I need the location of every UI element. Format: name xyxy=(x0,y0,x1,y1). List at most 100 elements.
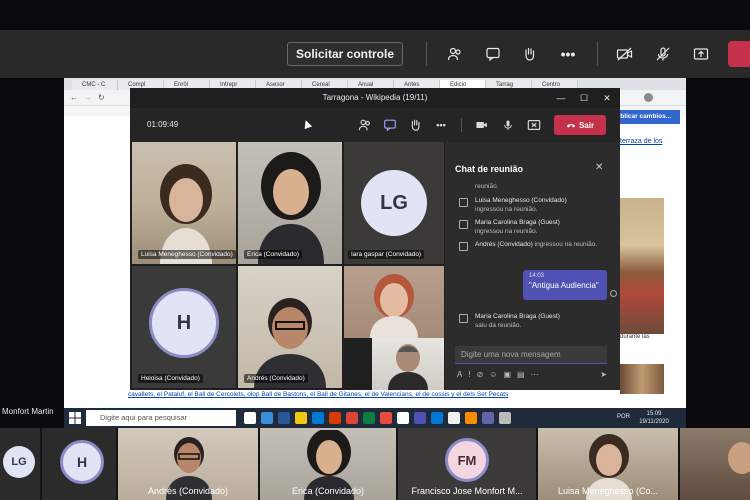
app-icon[interactable] xyxy=(499,412,511,424)
raise-hand-icon[interactable] xyxy=(407,117,423,133)
participants-icon[interactable] xyxy=(442,41,468,67)
browser-tab[interactable]: CMC - C xyxy=(72,80,118,90)
phone-hangup-icon xyxy=(566,123,576,128)
strip-tile-andres[interactable]: Andrés (Convidado) xyxy=(118,428,258,500)
back-icon[interactable]: ← xyxy=(70,93,78,102)
taskbar-search-input[interactable]: Digite aqui para pesquisar xyxy=(86,410,236,426)
video-tile-andres[interactable]: Andrés (Convidado) xyxy=(238,266,342,388)
format-icon[interactable]: A xyxy=(457,370,462,382)
video-tile-iara[interactable]: LG Iara gaspar (Convidado) xyxy=(344,142,444,264)
priority-icon[interactable]: ! xyxy=(468,370,470,382)
edge-icon[interactable] xyxy=(261,412,273,424)
close-window-icon[interactable]: ✕ xyxy=(600,91,614,105)
request-control-button[interactable]: Solicitar controle xyxy=(287,42,403,66)
strip-tile[interactable]: LG xyxy=(0,428,40,500)
chat-icon[interactable] xyxy=(382,117,398,133)
app-icon[interactable] xyxy=(465,412,477,424)
presenter-label: Monfort Martin xyxy=(0,404,64,420)
video-tile-erica[interactable]: Erica (Convidado) xyxy=(238,142,342,264)
windows-taskbar: Digite aqui para pesquisar POR 15:09 19/… xyxy=(64,408,686,428)
teams-meeting-window: Tarragona - Wikipedia (19/11) — ☐ ✕ 01:0… xyxy=(130,88,620,390)
gif-icon[interactable]: ▣ xyxy=(503,370,511,382)
wiki-article-links[interactable]: cavallets, el Pataluf, el Ball de Cercol… xyxy=(128,391,508,398)
participant-name: Heloisa (Convidado) xyxy=(138,374,203,383)
camera-icon[interactable] xyxy=(474,117,490,133)
word-icon[interactable] xyxy=(278,412,290,424)
attach-icon[interactable]: ⊘ xyxy=(477,370,484,382)
reload-icon[interactable]: ↻ xyxy=(98,93,105,102)
raise-hand-icon[interactable] xyxy=(516,41,542,67)
chat-system-message: Luisa Meneghesso (Convidado) ingressou na… xyxy=(475,196,603,214)
app-icon[interactable] xyxy=(482,412,494,424)
sticker-icon[interactable]: ▤ xyxy=(517,370,525,382)
app-icon[interactable] xyxy=(448,412,460,424)
chat-text: ingressou na reunião. xyxy=(475,206,538,213)
chat-text: ingressou na reunião. xyxy=(475,228,538,235)
more-options-icon[interactable]: ••• xyxy=(555,41,581,67)
taskbar-language[interactable]: POR xyxy=(617,414,630,420)
chat-title: Chat de reunião xyxy=(455,164,524,174)
chat-author: Luisa Meneghesso (Convidado) xyxy=(475,197,567,204)
more-options-icon[interactable]: ⋯ xyxy=(531,370,539,382)
chat-system-message: Maria Carolina Braga (Guest) saiu da reun… xyxy=(475,312,603,330)
outlook-icon[interactable] xyxy=(431,412,443,424)
strip-tile[interactable]: H xyxy=(42,428,116,500)
video-tile-luisa[interactable]: Luisa Meneghesso (Convidado) xyxy=(132,142,236,264)
chrome-icon[interactable] xyxy=(346,412,358,424)
excel-icon[interactable] xyxy=(363,412,375,424)
video-tile-heloisa[interactable]: H Heloisa (Convidado) xyxy=(132,266,236,388)
chat-text: ingressou na reunião. xyxy=(534,241,598,248)
chat-system-message: Maria Carolina Braga (Guest) ingressou na… xyxy=(475,218,603,236)
strip-tile-luisa[interactable]: Luisa Meneghesso (Co... xyxy=(538,428,678,500)
task-view-icon[interactable] xyxy=(244,412,256,424)
app-icon[interactable] xyxy=(397,412,409,424)
chat-author: Maria Carolina Braga (Guest) xyxy=(475,313,560,320)
video-tile-self[interactable] xyxy=(372,338,444,390)
more-options-icon[interactable]: ••• xyxy=(433,117,449,133)
send-icon[interactable]: ➤ xyxy=(600,370,607,382)
mic-off-icon[interactable] xyxy=(650,41,676,67)
windows-start-icon[interactable] xyxy=(69,412,81,424)
chat-message-input[interactable]: Digite uma nova mensagem xyxy=(455,346,607,364)
camera-off-icon[interactable] xyxy=(612,41,638,67)
strip-tile-francisco[interactable]: FM Francisco Jose Monfort M... xyxy=(398,428,536,500)
forward-icon[interactable]: → xyxy=(84,93,92,102)
participants-icon[interactable] xyxy=(357,117,373,133)
minimize-icon[interactable]: — xyxy=(554,91,568,105)
participant-strip: LG H Andrés (Convidado) Erica (Convidado… xyxy=(0,428,750,500)
strip-tile-other[interactable] xyxy=(680,428,750,500)
taskbar-clock[interactable]: 15:09 19/11/2020 xyxy=(634,410,674,426)
mic-icon[interactable] xyxy=(500,117,516,133)
toolbar-divider xyxy=(597,42,598,66)
app-icon[interactable] xyxy=(380,412,392,424)
chat-own-message[interactable]: 14:03 "Antigua Audiencia" xyxy=(523,270,607,300)
leave-meeting-button[interactable]: Sair xyxy=(554,115,606,135)
chat-author: Andrés (Convidado) xyxy=(475,241,533,248)
message-status-icon xyxy=(610,290,617,297)
close-icon[interactable]: ✕ xyxy=(595,162,603,173)
leave-button[interactable] xyxy=(728,41,750,67)
teams-icon[interactable] xyxy=(414,412,426,424)
store-icon[interactable] xyxy=(312,412,324,424)
toolbar-divider xyxy=(461,118,462,132)
chat-compose-tools: A ! ⊘ ☺ ▣ ▤ ⋯ ➤ xyxy=(457,370,607,382)
maximize-icon[interactable]: ☐ xyxy=(577,91,591,105)
chat-icon[interactable] xyxy=(480,41,506,67)
meeting-timer: 01:09:49 xyxy=(147,120,179,129)
avatar: H xyxy=(60,440,104,484)
profile-icon[interactable] xyxy=(644,93,653,102)
folder-icon[interactable] xyxy=(295,412,307,424)
powerpoint-icon[interactable] xyxy=(329,412,341,424)
wiki-article-text: cavallets, el Pataluf, el Ball de Cercol… xyxy=(128,391,598,398)
emoji-icon[interactable]: ☺ xyxy=(489,370,497,382)
strip-tile-erica[interactable]: Erica (Convidado) xyxy=(260,428,396,500)
meeting-controls-bar: 01:09:49 ••• Sair xyxy=(130,108,620,142)
wiki-link[interactable]: terraza de los xyxy=(620,138,662,145)
share-tray-icon[interactable] xyxy=(688,41,714,67)
stop-sharing-icon[interactable] xyxy=(526,117,542,133)
avatar: H xyxy=(149,288,219,358)
participant-video xyxy=(160,164,212,264)
video-tile-maria[interactable] xyxy=(344,266,444,338)
participant-video xyxy=(728,442,750,474)
taskbar-date: 19/11/2020 xyxy=(639,419,669,425)
